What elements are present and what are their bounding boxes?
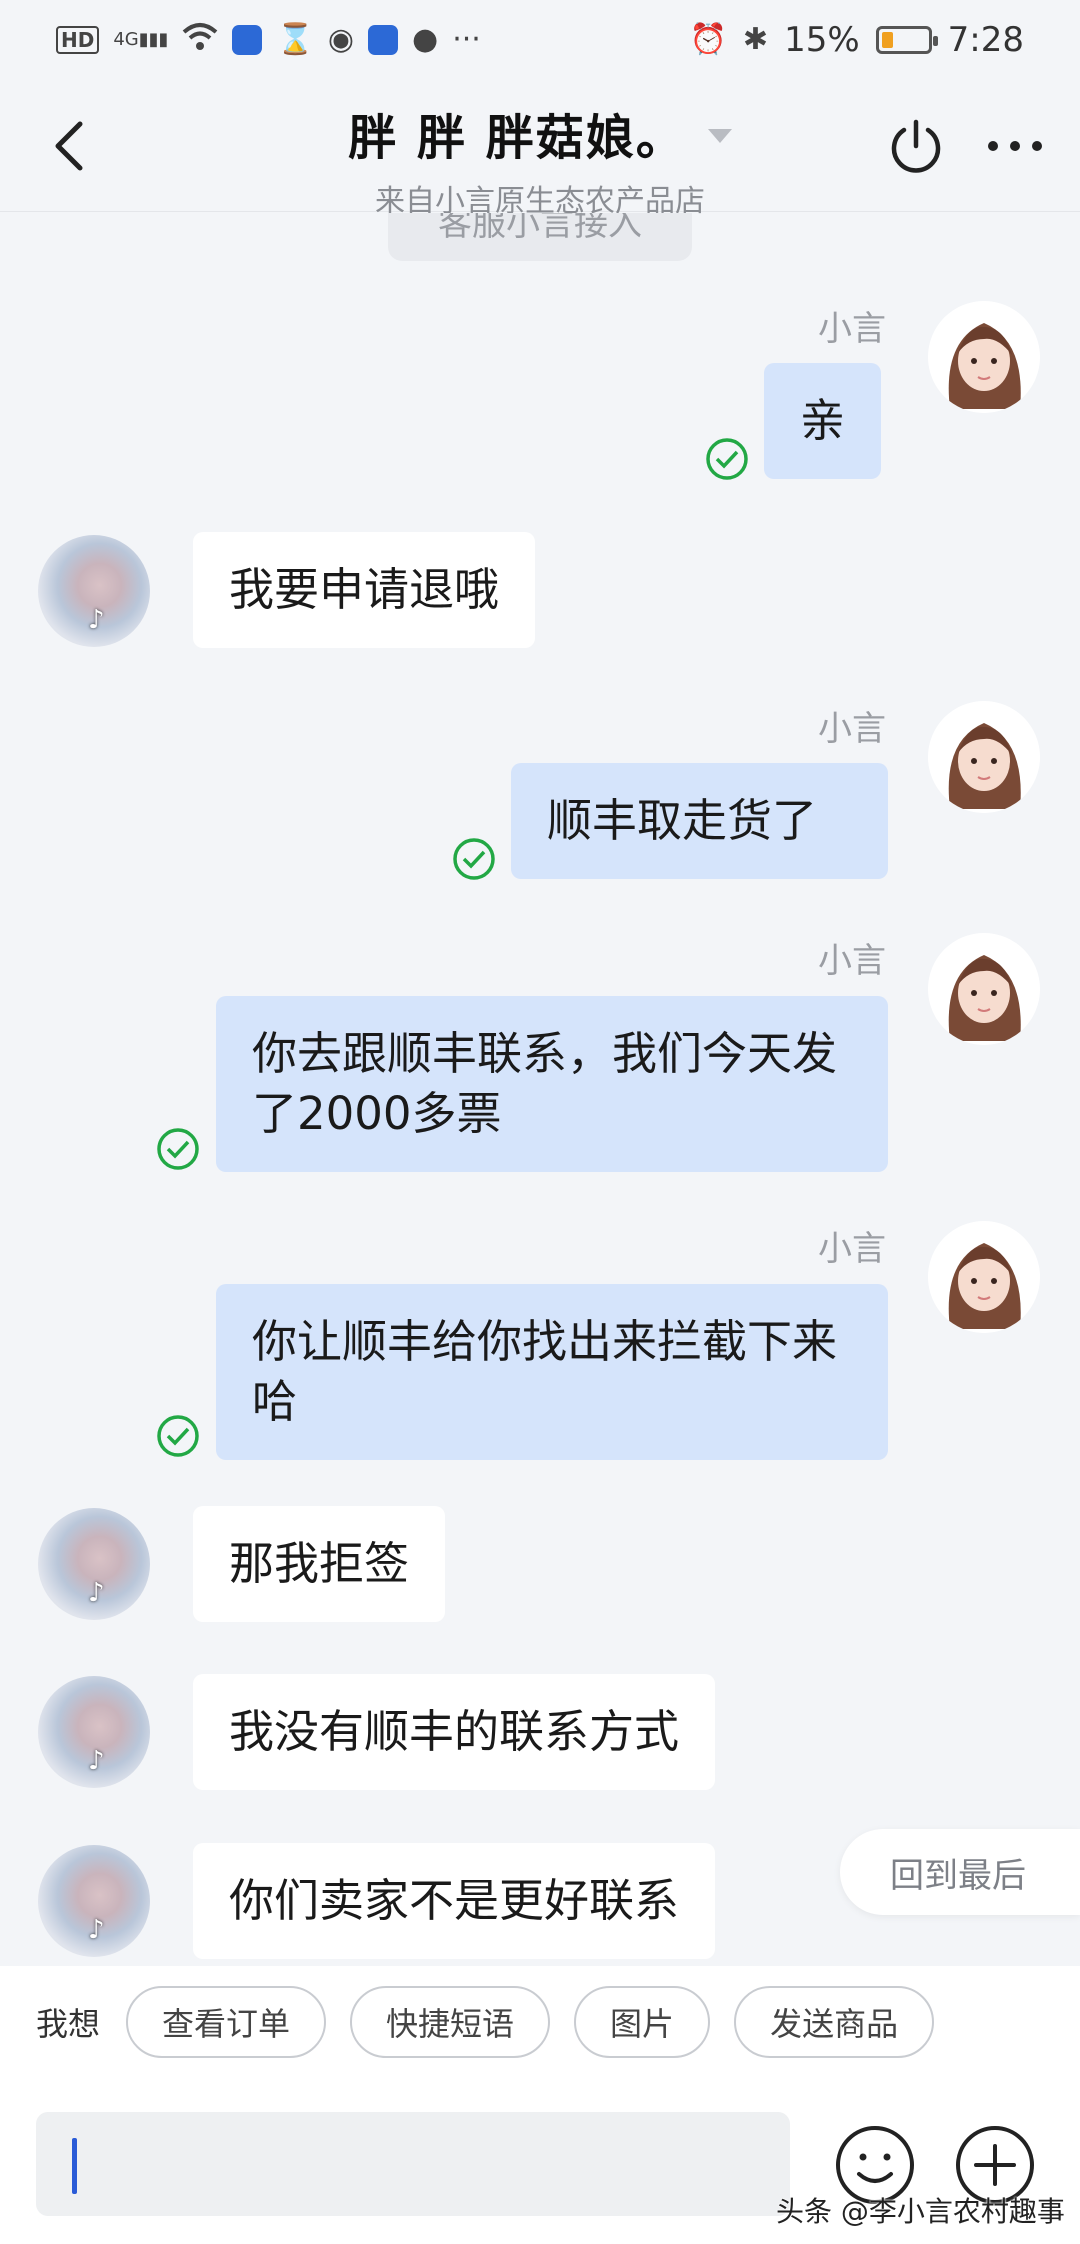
signal-icon: 4G▮▮▮ (113, 29, 169, 50)
message-bubble[interactable]: 我没有顺丰的联系方式 (193, 1674, 716, 1790)
seller-portrait (928, 1221, 1040, 1333)
quick-action-bar: 我想 查看订单 快捷短语 图片 发送商品 (0, 1966, 1080, 2078)
view-order-chip[interactable]: 查看订单 (126, 1986, 327, 2058)
sender-name: 小言 (818, 1229, 886, 1269)
tiktok-icon: ♪ (88, 605, 105, 635)
end-session-button[interactable] (886, 116, 946, 176)
message-bubble[interactable]: 顺丰取走货了 (511, 763, 888, 879)
sender-name: 小言 (818, 309, 886, 349)
battery-icon (875, 26, 938, 54)
message-bubble[interactable]: 我要申请退哦 (193, 532, 536, 648)
message-bubble[interactable]: 你去跟顺丰联系，我们今天发了2000多票 (216, 996, 888, 1172)
more-notifications-icon: ··· (452, 22, 481, 57)
battery-percent: 15% (784, 20, 860, 60)
quick-phrase-chip[interactable]: 快捷短语 (350, 1986, 551, 2058)
bluetooth-icon: ✱ (742, 22, 769, 57)
status-right: ⏰ ✱ 15% 7:28 (690, 20, 1024, 60)
image-chip[interactable]: 图片 (574, 1986, 711, 2058)
message-bubble[interactable]: 亲 (764, 363, 882, 479)
hd-icon: HD (56, 26, 100, 54)
page-title: 胖 胖 胖菇娘。 (348, 110, 686, 166)
seller-portrait (928, 933, 1040, 1045)
status-left: HD 4G▮▮▮ ⌛ ◉ ● ··· (56, 22, 481, 58)
message-bubble[interactable]: 你让顺丰给你找出来拦截下来哈 (216, 1284, 888, 1460)
tiktok-icon: ♪ (88, 1578, 105, 1608)
dot (1032, 141, 1042, 151)
seller-avatar[interactable] (928, 1221, 1040, 1333)
seller-portrait (928, 701, 1040, 813)
dot (988, 141, 998, 151)
alarm-icon: ⏰ (689, 22, 727, 57)
read-check-icon (157, 1128, 199, 1170)
send-product-chip[interactable]: 发送商品 (734, 1986, 935, 2058)
clock: 7:28 (947, 20, 1024, 60)
status-bar: HD 4G▮▮▮ ⌛ ◉ ● ··· ⏰ ✱ 15% 7:28 (0, 0, 1080, 80)
seller-avatar[interactable] (928, 701, 1040, 813)
app-notification-icon (368, 25, 399, 55)
more-options-button[interactable] (988, 136, 1046, 156)
buyer-avatar[interactable]: ♪ (38, 1508, 150, 1620)
network-type: 4G (113, 29, 139, 50)
system-tip: 客服小言接入 (388, 213, 692, 261)
watermark: 头条 @李小言农村趣事 (776, 2195, 1065, 2228)
seller-avatar[interactable] (928, 301, 1040, 413)
seller-avatar[interactable] (928, 933, 1040, 1045)
battery-fill (881, 32, 893, 48)
text-caret (72, 2138, 77, 2194)
app-notification-icon (232, 25, 263, 55)
sender-name: 小言 (818, 941, 886, 981)
wifi-icon (182, 22, 218, 58)
message-bubble[interactable]: 那我拒签 (193, 1506, 446, 1622)
hourglass-icon: ⌛ (276, 22, 314, 57)
read-check-icon (706, 438, 748, 480)
seller-portrait (928, 301, 1040, 413)
wechat-icon: ● (412, 22, 439, 57)
quick-label: 我想 (36, 2005, 101, 2043)
tiktok-icon: ♪ (88, 1915, 105, 1945)
power-icon (891, 119, 941, 173)
buyer-avatar[interactable]: ♪ (38, 1676, 150, 1788)
audio-icon: ◉ (327, 22, 355, 57)
dot (1010, 141, 1020, 151)
chat-header: 胖 胖 胖菇娘。 来自小言原生态农产品店 (0, 80, 1080, 219)
caret-down-icon (707, 128, 732, 143)
back-to-latest-button[interactable]: 回到最后 (840, 1829, 1080, 1915)
message-input[interactable] (36, 2112, 790, 2216)
buyer-avatar[interactable]: ♪ (38, 1845, 150, 1957)
tiktok-icon: ♪ (88, 1746, 105, 1776)
buyer-avatar[interactable]: ♪ (38, 535, 150, 647)
chat-area[interactable]: 客服小言接入 小言 亲 ♪ 我要申请退哦 小言 顺丰取走货了 小言 你去跟顺丰联… (0, 213, 1080, 1965)
sender-name: 小言 (818, 709, 886, 749)
message-bubble[interactable]: 你们卖家不是更好联系 (193, 1843, 716, 1959)
read-check-icon (157, 1415, 199, 1457)
read-check-icon (453, 838, 495, 880)
